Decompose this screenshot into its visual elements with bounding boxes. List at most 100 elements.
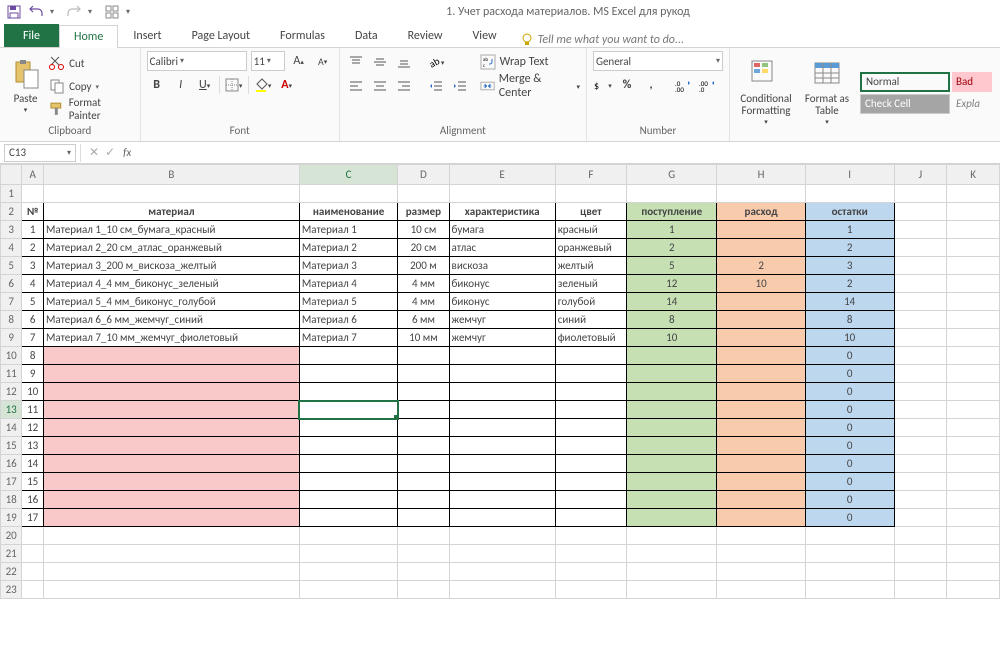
tab-file[interactable]: File	[4, 24, 59, 47]
cell-F15[interactable]	[555, 437, 626, 455]
cell-I6[interactable]: 2	[805, 275, 894, 293]
cell-D16[interactable]	[398, 455, 449, 473]
cell-H5[interactable]: 2	[717, 257, 805, 275]
cell-G12[interactable]	[627, 383, 717, 401]
cell-A18[interactable]: 16	[22, 491, 44, 509]
cell-E7[interactable]: биконус	[449, 293, 555, 311]
bold-button[interactable]: B	[147, 75, 167, 95]
cell-A5[interactable]: 3	[22, 257, 44, 275]
cell-H9[interactable]	[717, 329, 805, 347]
conditional-formatting-button[interactable]: Conditional Formatting▾	[736, 59, 796, 126]
cell-I1[interactable]	[805, 185, 894, 203]
cell-I3[interactable]: 1	[805, 221, 894, 239]
cell-I4[interactable]: 2	[805, 239, 894, 257]
cell-A23[interactable]	[22, 581, 44, 599]
cell-E8[interactable]: жемчуг	[449, 311, 555, 329]
cell-F22[interactable]	[555, 563, 626, 581]
cell-C4[interactable]: Материал 2	[299, 239, 397, 257]
tab-home[interactable]: Home	[59, 25, 118, 48]
cell-H19[interactable]	[717, 509, 805, 527]
cell-G18[interactable]	[627, 491, 717, 509]
cell-D5[interactable]: 200 м	[398, 257, 449, 275]
cell-G10[interactable]	[627, 347, 717, 365]
fill-color-button[interactable]: ▾	[253, 75, 273, 95]
align-center-icon[interactable]	[370, 76, 390, 96]
cell-D14[interactable]	[398, 419, 449, 437]
column-header-J[interactable]: J	[894, 165, 947, 185]
style-check-cell[interactable]: Check Cell	[860, 94, 950, 114]
cell-D21[interactable]	[398, 545, 449, 563]
cell-G13[interactable]	[627, 401, 717, 419]
cell-I19[interactable]: 0	[805, 509, 894, 527]
cell-C10[interactable]	[299, 347, 397, 365]
row-header-7[interactable]: 7	[1, 293, 22, 311]
format-as-table-button[interactable]: Format as Table▾	[800, 59, 854, 126]
cell-H12[interactable]	[717, 383, 805, 401]
cell-H2[interactable]: расход	[717, 203, 805, 221]
cell-K14[interactable]	[947, 419, 1000, 437]
decrease-font-icon[interactable]: A▾	[313, 51, 333, 71]
cell-A1[interactable]	[22, 185, 44, 203]
cell-K18[interactable]	[947, 491, 1000, 509]
cell-D18[interactable]	[398, 491, 449, 509]
cell-B17[interactable]	[43, 473, 299, 491]
cell-I12[interactable]: 0	[805, 383, 894, 401]
comma-icon[interactable]: ,	[641, 75, 661, 95]
align-middle-icon[interactable]	[370, 52, 390, 72]
row-header-20[interactable]: 20	[1, 527, 22, 545]
cell-E16[interactable]	[449, 455, 555, 473]
font-size-combo[interactable]: 11▾	[251, 51, 285, 71]
tab-view[interactable]: View	[458, 24, 512, 47]
name-box[interactable]: C13▾	[4, 144, 76, 162]
align-left-icon[interactable]	[346, 76, 366, 96]
cell-E18[interactable]	[449, 491, 555, 509]
decrease-indent-icon[interactable]	[426, 76, 446, 96]
cell-G6[interactable]: 12	[627, 275, 717, 293]
cell-C3[interactable]: Материал 1	[299, 221, 397, 239]
cell-G1[interactable]	[627, 185, 717, 203]
row-header-8[interactable]: 8	[1, 311, 22, 329]
cell-I23[interactable]	[805, 581, 894, 599]
increase-decimal-icon[interactable]: .0.00	[673, 75, 693, 95]
cell-C8[interactable]: Материал 6	[299, 311, 397, 329]
cell-F11[interactable]	[555, 365, 626, 383]
cell-D3[interactable]: 10 см	[398, 221, 449, 239]
cell-G7[interactable]: 14	[627, 293, 717, 311]
orientation-icon[interactable]: ab▾	[426, 52, 446, 72]
touch-mode-icon[interactable]	[104, 4, 120, 20]
cell-A14[interactable]: 12	[22, 419, 44, 437]
cell-D15[interactable]	[398, 437, 449, 455]
cell-G5[interactable]: 5	[627, 257, 717, 275]
align-bottom-icon[interactable]	[394, 52, 414, 72]
cell-E6[interactable]: биконус	[449, 275, 555, 293]
cell-I21[interactable]	[805, 545, 894, 563]
cell-B7[interactable]: Материал 5_4 мм_биконус_голубой	[43, 293, 299, 311]
cell-A21[interactable]	[22, 545, 44, 563]
cell-F13[interactable]	[555, 401, 626, 419]
style-bad[interactable]: Bad	[952, 72, 992, 92]
cell-K22[interactable]	[947, 563, 1000, 581]
cell-H11[interactable]	[717, 365, 805, 383]
cell-C15[interactable]	[299, 437, 397, 455]
cell-E21[interactable]	[449, 545, 555, 563]
cell-styles-gallery[interactable]: Normal Bad Check Cell Expla	[858, 70, 994, 116]
cell-K9[interactable]	[947, 329, 1000, 347]
tab-insert[interactable]: Insert	[118, 24, 176, 47]
qat-customize-icon[interactable]: ▾	[126, 7, 136, 17]
cell-H8[interactable]	[717, 311, 805, 329]
cell-B22[interactable]	[43, 563, 299, 581]
cell-A22[interactable]	[22, 563, 44, 581]
select-all-corner[interactable]	[1, 165, 22, 185]
cell-K13[interactable]	[947, 401, 1000, 419]
cell-D17[interactable]	[398, 473, 449, 491]
row-header-21[interactable]: 21	[1, 545, 22, 563]
wrap-text-button[interactable]: abc Wrap Text	[480, 51, 580, 73]
cell-C5[interactable]: Материал 3	[299, 257, 397, 275]
cell-B9[interactable]: Материал 7_10 мм_жемчуг_фиолетовый	[43, 329, 299, 347]
cell-D11[interactable]	[398, 365, 449, 383]
cell-C20[interactable]	[299, 527, 397, 545]
cell-F14[interactable]	[555, 419, 626, 437]
cell-C18[interactable]	[299, 491, 397, 509]
cell-B18[interactable]	[43, 491, 299, 509]
formula-input[interactable]	[137, 144, 1000, 162]
